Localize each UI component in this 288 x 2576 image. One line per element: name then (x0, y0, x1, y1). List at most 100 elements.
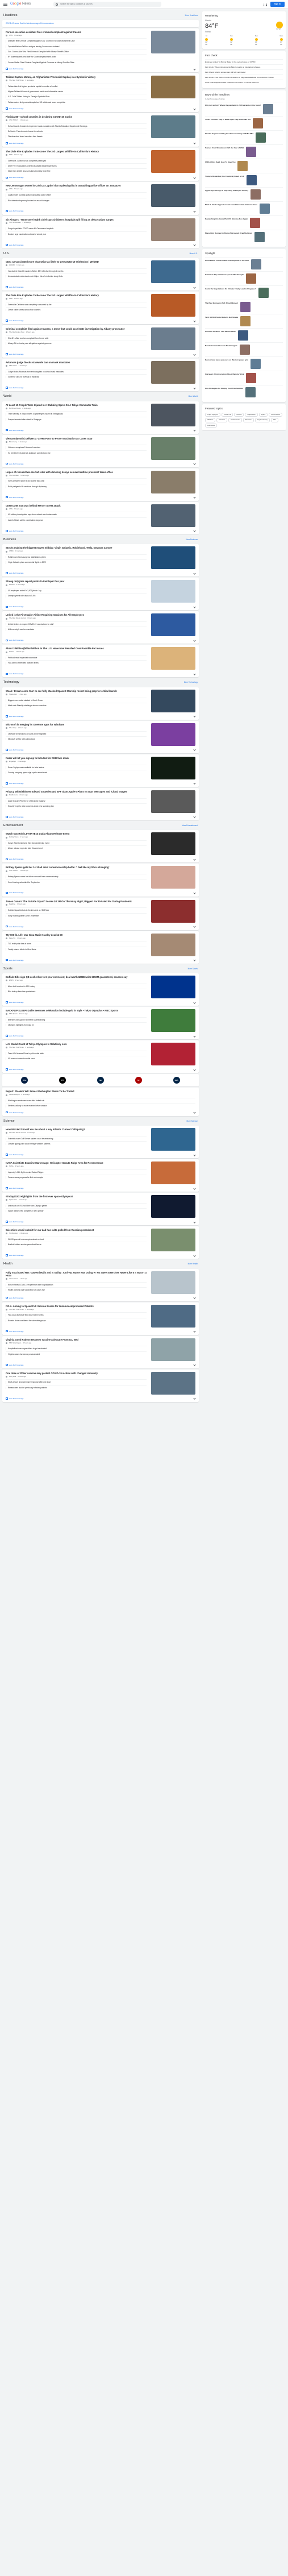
story-headline[interactable]: Scientists unveil submit for our dad has… (6, 1229, 147, 1231)
related-article-title[interactable]: Team USA chases China in gold medal tabl… (8, 1052, 44, 1055)
related-article[interactable]: Virginia cases rise among unvaccinated (6, 1351, 147, 1357)
related-article-title[interactable]: Assistant files Criminal Complaint Again… (8, 40, 75, 42)
related-article-title[interactable]: Suspect arrested after attack in Setagay… (8, 418, 41, 421)
full-coverage-link[interactable]: View Full Coverage (6, 1397, 23, 1400)
story-thumbnail[interactable] (151, 1128, 195, 1151)
sidebar-article[interactable]: Scenes From Showdown 2021 the Year of Wi… (205, 144, 283, 159)
related-article[interactable]: Booster shots considered for vulnerable … (6, 1317, 147, 1323)
source-name[interactable]: The New York Times (9, 1308, 24, 1311)
story-headline[interactable]: Watch Nas Hold LEVITATE at Dada Album Re… (6, 832, 147, 835)
story-thumbnail[interactable] (151, 832, 195, 856)
section-title[interactable]: Science (3, 1119, 15, 1123)
section-more-link[interactable]: More U.S. (190, 252, 198, 255)
source-name[interactable]: ESPN (9, 979, 14, 982)
story-thumbnail[interactable] (151, 790, 195, 813)
story-headline[interactable]: Stocks making the biggest moves midday: … (6, 546, 147, 549)
related-article-title[interactable]: Sheriff's office receives complaint from… (8, 337, 48, 339)
story-headline[interactable]: CDC: Unvaccinated more than twice as lik… (6, 260, 147, 263)
sidebar-article-thumbnail[interactable] (256, 132, 266, 143)
related-article[interactable]: Unemployment rate drops to 5.4% (6, 593, 147, 598)
chevron-down-icon[interactable] (193, 1034, 196, 1038)
fact-check-item[interactable]: Scott Pruitt Helped Lift Deli Profession… (205, 80, 283, 85)
related-article[interactable]: FDA warns of elevated aflatoxin levels (6, 660, 147, 665)
chevron-down-icon[interactable] (193, 67, 196, 70)
related-article[interactable]: Suicide Squad debuts in theaters and on … (6, 907, 147, 912)
sidebar-article-title[interactable]: Scientists Say Climate at Apex in Mid Dr… (205, 273, 244, 284)
related-article-title[interactable]: Governor calls for reversal of mask law (8, 376, 39, 378)
team-logo[interactable]: SF (135, 1077, 142, 1084)
story-headline[interactable]: One dose of Pfizer vaccine may protect C… (6, 1372, 147, 1375)
search-input[interactable]: Search for topics, locations & sources (53, 2, 162, 7)
full-coverage-link[interactable]: View Full Coverage (6, 244, 23, 246)
related-article[interactable]: Suspect arrested after attack in Setagay… (6, 416, 147, 422)
full-coverage-link[interactable]: View Full Coverage (6, 1330, 23, 1333)
related-article-title[interactable]: Capitol rioter to plead guilty in assaul… (8, 194, 51, 196)
story-headline[interactable]: About 3 Million (billion/Million in The … (6, 647, 147, 650)
sidebar-article[interactable]: Tech: AI Bird Scale Model Is Not Simple (205, 314, 283, 328)
sidebar-article-thumbnail[interactable] (240, 316, 251, 327)
related-article[interactable]: Razer Zephyr mask available for beta tes… (6, 764, 147, 770)
story-headline[interactable]: Taliban Capture Zaranj, an Afghanistan P… (6, 76, 147, 78)
story-thumbnail[interactable] (151, 1371, 195, 1395)
fact_check-title[interactable]: Fact check (205, 54, 283, 57)
related-article-title[interactable]: Gaming company opens sign ups for smart … (8, 771, 47, 774)
related-article-title[interactable]: Study shows strong immune response after… (8, 1381, 51, 1383)
story-thumbnail[interactable] (151, 115, 195, 139)
section-more-link[interactable]: More Headlines (185, 14, 198, 16)
source-name[interactable]: Rolling Stone (9, 836, 19, 839)
sidebar-article[interactable]: Rewatching this Game Plan FIX Nineties B… (205, 215, 283, 230)
story-thumbnail[interactable] (151, 689, 195, 712)
section-more-link[interactable]: More World (189, 395, 198, 397)
related-article-title[interactable]: Apple to scan iPhones for child abuse im… (8, 800, 45, 802)
related-article[interactable]: Afghan Taliban kill head of government m… (6, 89, 147, 94)
section-more-link[interactable]: More Health (188, 1263, 198, 1265)
full-coverage-link[interactable]: View Full Coverage (6, 891, 23, 894)
related-article-title[interactable]: Greenville, California was completely de… (8, 160, 46, 162)
topic-chip[interactable]: Elections (243, 418, 254, 422)
related-article-title[interactable]: Nurse shares COVID-19 experience after h… (8, 1284, 53, 1286)
sidebar-article-title[interactable]: Baseball: Team Records Broken Again (205, 345, 237, 355)
story-headline[interactable]: Florida 250+ school counties in declarin… (6, 115, 147, 118)
related-article[interactable]: Scientists warn Gulf Stream system could… (6, 1135, 147, 1141)
full-coverage-link[interactable]: View Full Coverage (6, 816, 23, 818)
chevron-down-icon[interactable] (193, 1363, 196, 1366)
source-name[interactable]: CNN (9, 34, 12, 37)
full-coverage-link[interactable]: View Full Coverage (6, 858, 23, 860)
story-thumbnail[interactable] (151, 723, 195, 746)
source-name[interactable]: CNBC (9, 550, 14, 553)
sidebar-article-title[interactable]: Trump's Rental Bar (the Chemical) Crash … (205, 175, 244, 185)
topic-chip[interactable]: Cryptocurrency (254, 418, 270, 422)
related-article[interactable]: DeSantis: Parents must choose for school… (6, 128, 147, 134)
topic-chip[interactable]: Hurricanes (205, 423, 217, 428)
source-name[interactable]: NBC News (9, 364, 17, 367)
chevron-down-icon[interactable] (193, 1153, 196, 1156)
related-article[interactable]: Olympics highlights from day 15 (6, 1022, 147, 1027)
related-article-title[interactable]: US military investigation says drone att… (8, 513, 57, 516)
sidebar-article-thumbnail[interactable] (263, 104, 274, 115)
related-article-title[interactable]: Riot defendant agrees plea deal on assau… (8, 200, 49, 202)
full-coverage-link[interactable]: View Full Coverage (6, 715, 23, 717)
related-article-title[interactable]: Olympics highlights from day 15 (8, 1024, 34, 1026)
related-article[interactable]: Researchers studied previously infected … (6, 1384, 147, 1390)
section-title[interactable]: Sports (3, 967, 12, 971)
sidebar-article[interactable]: Good Deeds Found Online: Two Legends In … (205, 257, 283, 271)
sidebar-article[interactable]: Interview: A Conversation About Remote W… (205, 371, 283, 385)
related-article-title[interactable]: Court hearing scheduled for September (8, 881, 40, 883)
story-thumbnail[interactable] (151, 403, 195, 426)
full-coverage-link[interactable]: View Full Coverage (6, 530, 23, 532)
related-article[interactable]: Capitol rioter to plead guilty in assaul… (6, 192, 147, 197)
full-coverage-link[interactable]: View Full Coverage (6, 320, 23, 322)
story-thumbnail[interactable] (151, 361, 195, 384)
full-coverage-link[interactable]: View Full Coverage (6, 782, 23, 785)
story-headline[interactable]: The Dixie Fire Explodes To Become The 3r… (6, 150, 147, 153)
chevron-down-icon[interactable] (193, 1068, 196, 1071)
story-headline[interactable]: How Worried Should You Be About a Key At… (6, 1128, 147, 1131)
related-article[interactable]: 24,000-year-old microscopic animals revi… (6, 1236, 147, 1242)
story-thumbnail[interactable] (151, 260, 195, 283)
source-name[interactable]: BuzzFeed News (9, 407, 20, 410)
chevron-down-icon[interactable] (193, 815, 196, 819)
source-name[interactable]: Daily Mail (9, 1375, 16, 1378)
chevron-down-icon[interactable] (193, 387, 196, 389)
story-headline[interactable]: Microsoft is merging its OneNote apps fo… (6, 723, 147, 726)
source-name[interactable]: Yahoo News (9, 1277, 18, 1280)
